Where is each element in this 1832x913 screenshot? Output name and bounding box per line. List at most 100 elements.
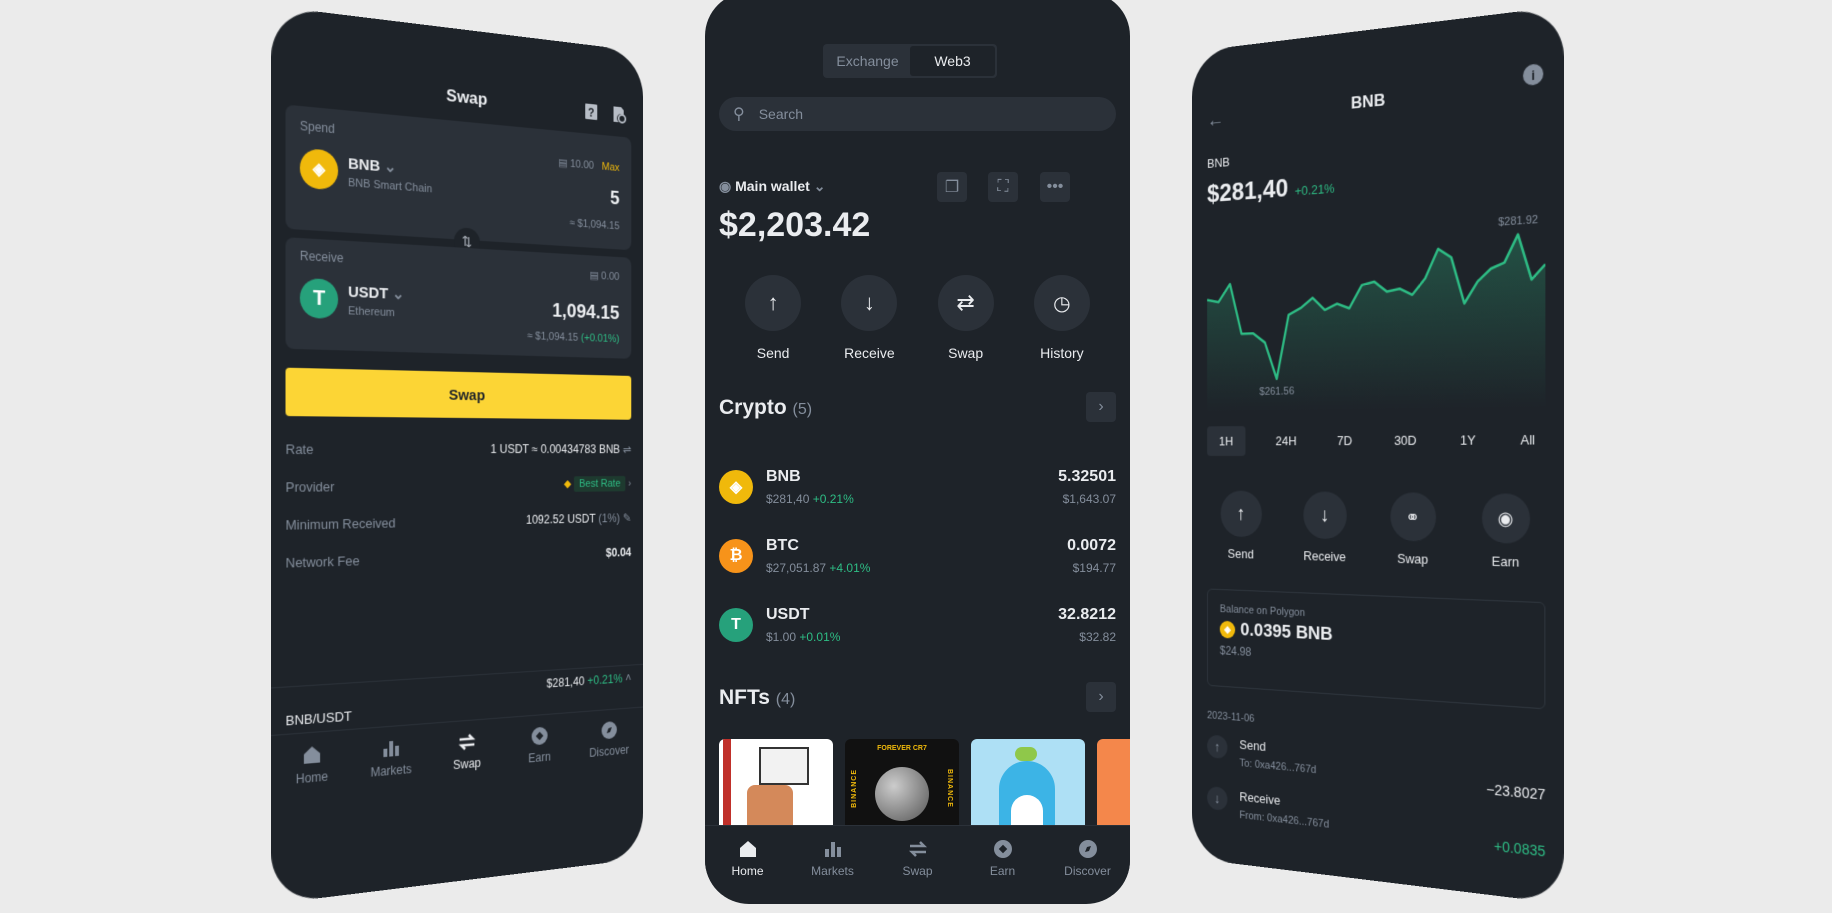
spend-card: Spend ▤ 10.00 Max ◈ BNB ⌄ BNB Smart Chai… (285, 104, 632, 251)
swap-action[interactable]: ⚭ Swap (1375, 492, 1451, 568)
chevron-down-icon: ⌄ (392, 285, 405, 304)
segment-exchange[interactable]: Exchange (825, 46, 910, 76)
eye-icon[interactable]: ◉ (719, 178, 731, 194)
pair-name: BNB/USDT (285, 708, 352, 729)
receive-action[interactable]: ↓ Receive (829, 275, 909, 361)
tab-earn[interactable]: Earn (960, 838, 1045, 895)
network-label: BNB Smart Chain (348, 176, 433, 196)
section-title: NFTs (719, 686, 770, 709)
receive-token-selector[interactable]: USDT ⌄ (348, 282, 404, 303)
detail-label: Rate (285, 441, 314, 458)
nft-blue-creature[interactable] (971, 739, 1085, 825)
history-action[interactable]: ◷ History (1022, 275, 1102, 361)
tab-label: Home (731, 864, 764, 878)
earn-action[interactable]: ◉ Earn (1466, 493, 1546, 571)
crypto-list: ◈ BNB $281,40 +0.21% 5.32501 $1,643.07 ₿ B… (719, 452, 1116, 659)
min-received-value: 1092.52 USDT (525, 511, 596, 527)
chevron-down-icon: ⌄ (813, 178, 826, 194)
tab-label: Swap (902, 864, 933, 878)
tab-label: Home (295, 769, 329, 787)
nft-orange[interactable] (1097, 739, 1130, 825)
crypto-more-button[interactable]: › (1086, 392, 1116, 422)
range-7d[interactable]: 7D (1328, 425, 1362, 456)
spend-token-selector[interactable]: BNB ⌄ (348, 154, 396, 176)
section-title: Crypto (719, 396, 787, 419)
swap-action[interactable]: ⇄ Swap (926, 275, 1006, 361)
change: +0.21% (587, 671, 623, 688)
arrow-up-icon: ↑ (745, 275, 802, 331)
coin-price: $1.00 (766, 629, 797, 644)
rate-value: 1 USDT ≈ 0.00434783 BNB (490, 442, 620, 456)
order-history-icon[interactable] (611, 105, 626, 129)
range-1y[interactable]: 1Y (1450, 424, 1485, 456)
action-label: Receive (844, 345, 895, 361)
list-item[interactable]: ◈ BNB $281,40 +0.21% 5.32501 $1,643.07 (719, 452, 1116, 521)
history-date: 2023-11-06 (1207, 709, 1255, 725)
more-button[interactable]: ••• (1040, 172, 1070, 202)
range-30d[interactable]: 30D (1385, 424, 1427, 456)
wallet-screen: Exchange Web3 ⚲ Search ◉ Main wallet ⌄ ❐… (705, 0, 1130, 904)
chart-area-fill (1207, 232, 1546, 413)
spend-amount-input[interactable]: 5 (610, 188, 619, 211)
send-action[interactable]: ↑ Send (1207, 490, 1276, 562)
coin-price: $281,40 (766, 491, 810, 506)
action-label: Receive (1303, 548, 1346, 565)
search-placeholder: Search (758, 106, 804, 122)
tab-label: Discover (589, 742, 630, 760)
scan-button[interactable]: ⛶ (988, 172, 1018, 202)
change-value: (+0.01%) (580, 332, 620, 346)
wallet-selector[interactable]: ◉ Main wallet ⌄ (719, 178, 825, 195)
coin-change: +0.01% (799, 629, 841, 644)
receive-action[interactable]: ↓ Receive (1289, 491, 1361, 565)
help-book-icon[interactable]: ? (583, 102, 599, 126)
detail-label: Minimum Received (285, 515, 396, 533)
arrow-up-icon: ↑ (1220, 490, 1262, 538)
tab-home[interactable]: Home (705, 838, 790, 895)
nfts-more-button[interactable]: › (1086, 682, 1116, 712)
invert-rate-icon[interactable]: ⇌ (623, 443, 631, 456)
action-label: Send (1227, 546, 1254, 562)
range-selector: 1H 24H 7D 30D 1Y All (1207, 423, 1545, 456)
send-action[interactable]: ↑ Send (733, 275, 813, 361)
edit-icon[interactable]: ✎ (623, 511, 631, 525)
coin-change: +4.01% (829, 560, 871, 575)
swap-button[interactable]: Swap (285, 367, 632, 420)
tab-label: Markets (811, 864, 854, 878)
detail-row-rate: Rate 1 USDT ≈ 0.00434783 BNB ⇌ (286, 441, 632, 479)
coin-change: +0.21% (812, 491, 854, 506)
wallet-actions: ↑ Send ↓ Receive ⇄ Swap ◷ History (705, 275, 1130, 361)
price-chart[interactable]: $281.92 $261.56 (1207, 197, 1546, 413)
max-button[interactable]: Max (602, 161, 620, 174)
usdt-coin-icon: T (719, 607, 753, 642)
nft-cr7-ball[interactable]: FOREVER CR7 BINANCE BINANCE (845, 739, 959, 825)
tab-home[interactable]: Home (271, 740, 352, 798)
usdt-coin-icon: T (299, 277, 339, 320)
chevron-right-icon: › (628, 477, 632, 490)
tab-discover[interactable]: Discover (1045, 838, 1130, 895)
copy-button[interactable]: ❐ (937, 172, 967, 202)
range-1h[interactable]: 1H (1207, 426, 1246, 456)
total-balance: $2,203.42 (719, 206, 871, 244)
segment-web3[interactable]: Web3 (910, 46, 995, 76)
receive-balance: ▤ 0.00 (589, 269, 620, 283)
action-label: History (1040, 345, 1084, 361)
tab-earn[interactable]: Earn (504, 722, 575, 776)
balance-amount: 0.0395 BNB (1240, 619, 1333, 646)
tab-swap[interactable]: Swap (430, 728, 504, 783)
detail-row-provider[interactable]: Provider ◆ Best Rate › (286, 475, 632, 517)
tab-markets[interactable]: Markets (352, 734, 429, 791)
swap-icon: ⇄ (937, 275, 994, 331)
action-label: Send (756, 345, 790, 361)
nft-pixel-cat[interactable] (719, 739, 833, 825)
range-24h[interactable]: 24H (1267, 426, 1306, 456)
list-item[interactable]: ₿ BTC $27,051.87 +4.01% 0.0072 $194.77 (719, 521, 1116, 590)
range-all[interactable]: All (1510, 423, 1545, 456)
tab-swap[interactable]: Swap (875, 838, 960, 895)
tab-markets[interactable]: Markets (790, 838, 875, 895)
detail-value: 1092.52 USDT (1%) ✎ (526, 511, 631, 548)
tab-discover[interactable]: Discover (575, 717, 643, 770)
search-input[interactable]: ⚲ Search (719, 97, 1116, 131)
nfts-section-title: NFTs (4) (719, 686, 795, 710)
list-item[interactable]: T USDT $1.00 +0.01% 32.8212 $32.82 (719, 590, 1116, 659)
slippage-value: (1%) (598, 511, 620, 526)
